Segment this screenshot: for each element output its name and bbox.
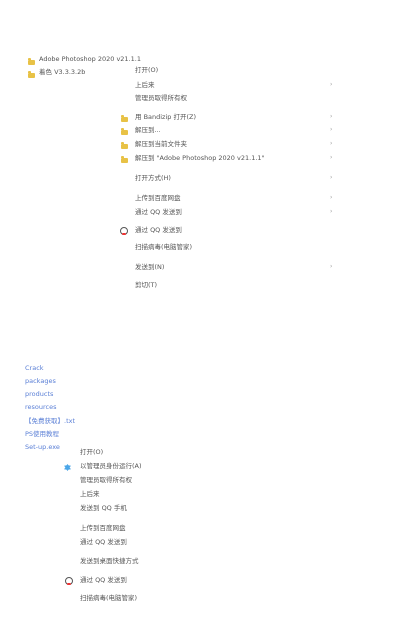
chevron-right-icon: ›	[330, 194, 333, 201]
menu-item-extract-here[interactable]: 解压到当前文件夹	[135, 140, 187, 149]
chevron-right-icon: ›	[330, 81, 333, 88]
file-item[interactable]: PS使用教程	[25, 430, 59, 439]
chevron-right-icon: ›	[330, 174, 333, 181]
chevron-right-icon: ›	[330, 126, 333, 133]
bandizip-icon	[121, 115, 128, 122]
file-item[interactable]: products	[25, 390, 53, 399]
menu-item-send-to[interactable]: 发送到(N)	[135, 263, 164, 272]
menu-item-extract-to[interactable]: 解压到...	[135, 126, 161, 135]
menu-item-open-with[interactable]: 打开方式(H)	[135, 174, 171, 183]
menu-item[interactable]: 上后来	[135, 81, 155, 90]
file-item[interactable]: 着色 V3.3.3.2b	[39, 68, 85, 77]
qq-icon	[65, 577, 73, 585]
menu-item-baidu-upload[interactable]: 上传到百度网盘	[135, 194, 181, 203]
file-item[interactable]: packages	[25, 377, 56, 386]
menu-item-qq-send-2[interactable]: 通过 QQ 发送到	[135, 226, 182, 235]
menu-item-qq-send[interactable]: 通过 QQ 发送到	[135, 208, 182, 217]
file-item[interactable]: resources	[25, 403, 57, 412]
menu-item[interactable]: 上后来	[80, 490, 100, 499]
menu-item-bandizip-open[interactable]: 用 Bandizip 打开(Z)	[135, 113, 196, 122]
menu-item-extract-named[interactable]: 解压到 "Adobe Photoshop 2020 v21.1.1"	[135, 154, 265, 163]
menu-item-qq-send[interactable]: 通过 QQ 发送到	[80, 538, 127, 547]
shield-icon	[64, 464, 71, 471]
menu-item-open[interactable]: 打开(O)	[80, 448, 103, 457]
menu-item-run-as-admin[interactable]: 以管理员身份运行(A)	[80, 462, 142, 471]
qq-icon	[120, 227, 128, 235]
menu-item-take-ownership[interactable]: 管理员取得所有权	[80, 476, 132, 485]
chevron-right-icon: ›	[330, 263, 333, 270]
chevron-right-icon: ›	[330, 140, 333, 147]
bandizip-icon	[121, 142, 128, 149]
menu-item-desktop-shortcut[interactable]: 发送到桌面快捷方式	[80, 557, 139, 566]
menu-item-virus-scan[interactable]: 扫描病毒(电脑管家)	[80, 594, 137, 603]
menu-item-qq-send-2[interactable]: 通过 QQ 发送到	[80, 576, 127, 585]
file-item[interactable]: Crack	[25, 364, 44, 373]
chevron-right-icon: ›	[330, 113, 333, 120]
menu-item-virus-scan[interactable]: 扫描病毒(电脑管家)	[135, 243, 192, 252]
menu-item-send-qq-phone[interactable]: 发送到 QQ 手机	[80, 504, 127, 513]
chevron-right-icon: ›	[330, 154, 333, 161]
file-item[interactable]: 【免费获取】.txt	[25, 417, 75, 426]
file-item[interactable]: Set-up.exe	[25, 443, 60, 452]
menu-item-baidu-upload[interactable]: 上传到百度网盘	[80, 524, 126, 533]
menu-item-cut[interactable]: 剪切(T)	[135, 281, 157, 290]
folder-icon	[28, 58, 35, 65]
folder-icon	[28, 71, 35, 78]
file-item[interactable]: Adobe Photoshop 2020 v21.1.1	[39, 55, 141, 64]
chevron-right-icon: ›	[330, 208, 333, 215]
menu-item-take-ownership[interactable]: 管理员取得所有权	[135, 94, 187, 103]
bandizip-icon	[121, 128, 128, 135]
menu-item-open[interactable]: 打开(O)	[135, 66, 158, 75]
bandizip-icon	[121, 156, 128, 163]
